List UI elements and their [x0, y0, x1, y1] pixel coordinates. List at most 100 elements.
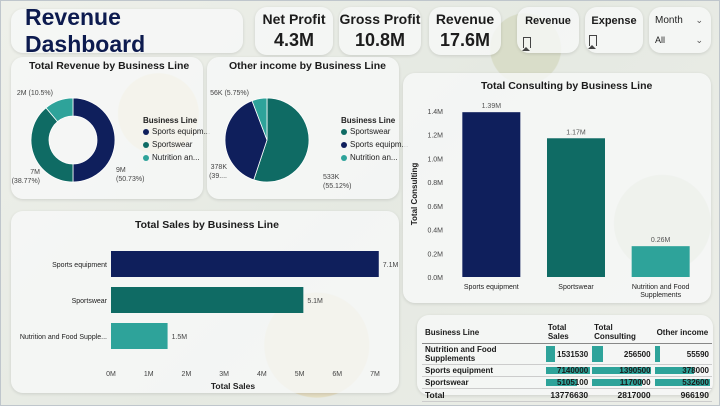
legend-item[interactable]: Sports equipm... — [341, 140, 408, 149]
y-tick-label: 0.0M — [427, 275, 443, 282]
column-header[interactable]: Business Line — [422, 321, 545, 344]
business-line-cell: Nutrition and Food Supplements — [422, 343, 545, 365]
slice-label: 378K — [211, 164, 228, 171]
x-tick-label: 0M — [106, 371, 116, 378]
x-tick-label: 5M — [295, 371, 305, 378]
x-tick-label: Supplements — [640, 292, 681, 299]
legend-label: Nutrition an... — [350, 153, 398, 162]
value-cell: 532600 — [653, 376, 712, 389]
cell-text: Nutrition and Food Supplements — [425, 345, 497, 363]
data-label: 0.26M — [651, 237, 671, 244]
cell-text: 55590 — [686, 349, 709, 359]
table-row[interactable]: Sports equipment 7140000 1390500 378000 — [422, 364, 712, 377]
cell-text: 1390500 — [619, 366, 651, 375]
legend-label: Sports equipm... — [350, 140, 409, 149]
y-tick-label: 1.4M — [427, 109, 443, 116]
data-label: 1.5M — [172, 334, 188, 341]
slice-label: (55.12%) — [323, 183, 351, 190]
kpi-label: Revenue — [435, 11, 495, 27]
legend-marker — [341, 154, 347, 161]
column-header[interactable]: Other income — [653, 321, 712, 344]
consulting-column-svg: 0.0M 0.2M 0.4M 0.6M 0.8M 1.0M 1.2M 1.4M Total Co… — [410, 103, 690, 299]
y-tick-label: Sports equipment — [52, 262, 107, 269]
slicer-selected-value[interactable]: All — [655, 35, 665, 45]
y-tick-label: Nutrition and Food Supple... — [20, 334, 107, 341]
cell-text: Sports equipment — [425, 366, 494, 375]
cell-text: 7140000 — [557, 366, 589, 375]
table-row[interactable]: Sportswear 5105100 1170000 532600 — [422, 376, 712, 389]
legend-title: Business Line — [341, 116, 396, 125]
sales-bar — [111, 323, 168, 349]
total-label: Total — [422, 388, 545, 402]
x-tick-label: 2M — [182, 371, 192, 378]
bookmark-icon — [522, 37, 531, 51]
data-bar — [592, 346, 603, 362]
column-header[interactable]: Total Consulting — [591, 321, 654, 344]
kpi-gross-profit: Gross Profit 10.8M — [339, 7, 421, 55]
bookmark-icon — [588, 35, 597, 49]
value-cell: 1390500 — [591, 364, 654, 377]
slice-label: (39.... — [209, 173, 227, 180]
x-tick-label: Nutrition and Food — [632, 284, 690, 291]
slice-label: 533K — [323, 174, 340, 181]
kpi-value: 17.6M — [439, 30, 491, 50]
slicer-label: Month — [655, 15, 683, 26]
sales-bar — [111, 251, 379, 277]
consulting-column-card: Total Consulting by Business Line 0.0M 0.… — [403, 73, 711, 303]
legend-item[interactable]: Sportswear — [143, 140, 192, 149]
data-label: 1.17M — [566, 129, 586, 136]
chevron-down-icon[interactable]: ⌄ — [695, 15, 703, 26]
data-label: 7.1M — [383, 262, 399, 269]
month-slicer[interactable]: Month ⌄ All ⌄ — [649, 7, 711, 53]
slice-label: 2M (10.5%) — [17, 90, 53, 97]
sales-bar-svg: 7.1M Sports equipment 5.1M Sportswear 1.5M Nu… — [20, 251, 399, 391]
value-cell: 378000 — [653, 364, 712, 377]
data-label: 1.39M — [482, 103, 502, 110]
chevron-down-icon[interactable]: ⌄ — [695, 35, 703, 46]
legend-item[interactable]: Nutrition an... — [143, 153, 200, 162]
y-tick-label: 0.4M — [427, 228, 443, 235]
slice-label: 7M — [30, 169, 40, 176]
x-tick-label: Sports equipment — [464, 284, 519, 291]
kpi-revenue: Revenue 17.6M — [429, 7, 501, 55]
business-line-cell: Sports equipment — [422, 364, 545, 377]
kpi-value: 10.8M — [354, 30, 406, 50]
revenue-donut-card: Total Revenue by Business Line 9M (50.73%… — [11, 57, 210, 199]
table-header-row: Business Line Total Sales Total Consulti… — [422, 321, 712, 344]
value-cell: 55590 — [653, 343, 712, 365]
revenue-bookmark-button[interactable]: Revenue — [517, 7, 579, 53]
column-bar — [462, 112, 521, 277]
x-axis-label: Total Sales — [211, 381, 256, 391]
legend-marker — [143, 154, 149, 161]
data-bar — [654, 346, 661, 362]
cell-text: 256500 — [623, 349, 651, 359]
y-tick-label: 1.2M — [427, 133, 443, 140]
legend-label: Nutrition an... — [152, 153, 200, 162]
table-row[interactable]: Nutrition and Food Supplements 1531530 256… — [422, 343, 712, 365]
column-header[interactable]: Total Sales — [544, 321, 592, 344]
x-tick-label: 4M — [257, 371, 267, 378]
legend-item[interactable]: Sportswear — [341, 127, 390, 136]
x-tick-label: 6M — [332, 371, 342, 378]
bookmark-label: Expense — [591, 15, 637, 27]
legend-label: Sportswear — [350, 127, 391, 136]
kpi-label: Gross Profit — [339, 11, 421, 27]
cell-text: 5105100 — [557, 378, 589, 387]
legend-marker — [341, 128, 347, 135]
y-tick-label: 0.2M — [427, 251, 443, 258]
sales-bar — [111, 287, 304, 313]
legend-item[interactable]: Nutrition an... — [341, 153, 398, 162]
cell-text: Sportswear — [425, 378, 469, 387]
legend-marker — [341, 141, 347, 148]
legend-item[interactable]: Sports equipm... — [143, 127, 210, 136]
data-bar — [545, 346, 556, 362]
cell-text: 1531530 — [557, 349, 589, 359]
slice-label: 56K (5.75%) — [210, 90, 249, 97]
value-cell: 1531530 — [544, 343, 592, 365]
column-bar — [547, 138, 605, 277]
business-line-cell: Sportswear — [422, 376, 545, 389]
expense-bookmark-button[interactable]: Expense — [585, 7, 643, 53]
title-card: Revenue Dashboard — [11, 4, 243, 57]
x-tick-label: 3M — [219, 371, 229, 378]
legend-label: Sports equipm... — [152, 127, 211, 136]
